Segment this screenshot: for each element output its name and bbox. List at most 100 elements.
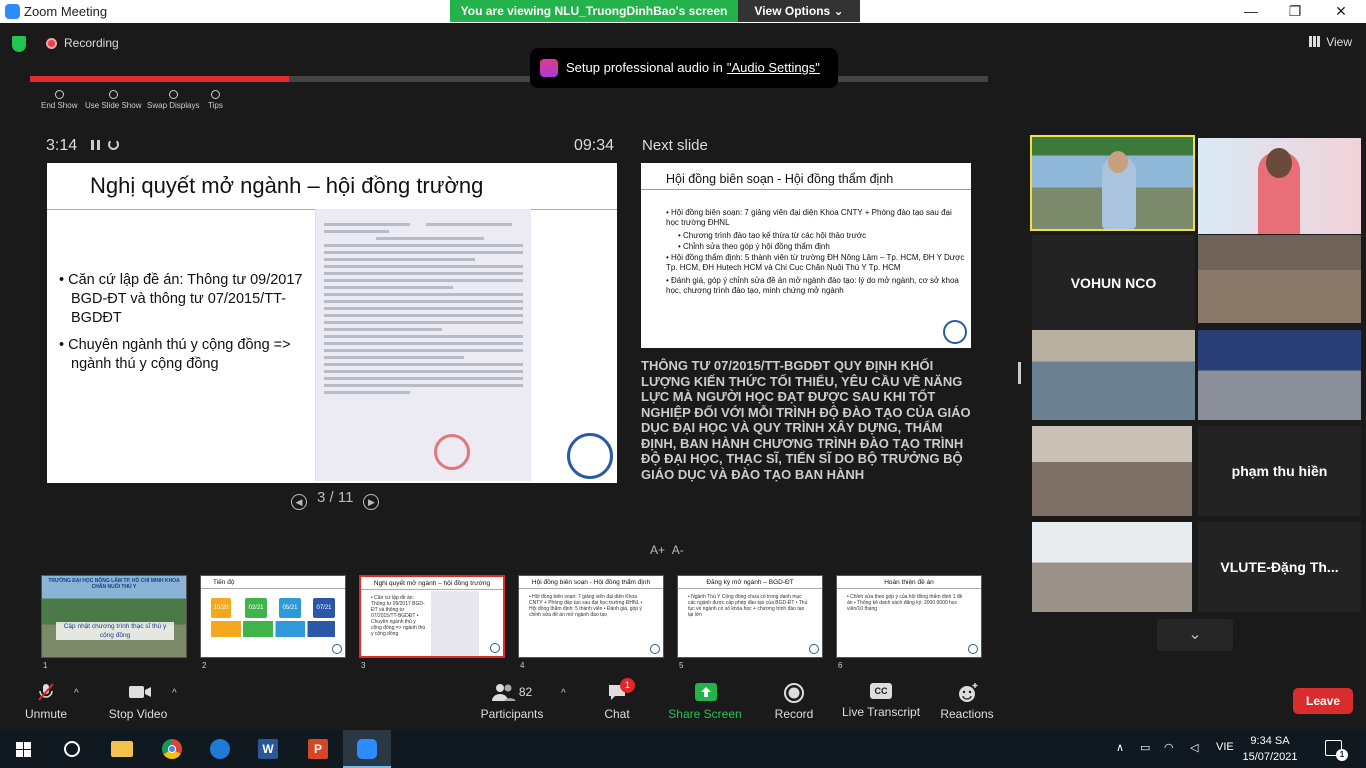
windows-taskbar: W P ∧ ▭ ◠ ◁ VIE 9:34 SA 15/07/2021 1 bbox=[0, 730, 1366, 768]
audio-settings-link[interactable]: "Audio Settings" bbox=[727, 60, 820, 75]
slide-thumbnail[interactable]: Đăng ký mở ngành – BGD-ĐT • Ngành Thú Y … bbox=[677, 575, 823, 658]
record-button[interactable]: Record bbox=[774, 676, 814, 730]
share-screen-button[interactable]: Share Screen bbox=[668, 676, 742, 730]
slide-thumbnail[interactable]: Hội đồng biên soạn - Hội đồng thẩm định … bbox=[518, 575, 664, 658]
live-transcript-button[interactable]: CC Live Transcript bbox=[842, 676, 920, 730]
powerpoint-button[interactable]: P bbox=[294, 730, 342, 768]
minimize-button[interactable]: — bbox=[1240, 2, 1262, 20]
red-seal-stamp bbox=[434, 434, 470, 470]
chevron-down-icon: ⌄ bbox=[1188, 626, 1202, 643]
participant-tile[interactable]: phạm thu hiền bbox=[1198, 426, 1361, 516]
stop-video-button[interactable]: Stop Video bbox=[106, 676, 170, 730]
chrome-button[interactable] bbox=[148, 730, 196, 768]
end-show-button[interactable]: End Show bbox=[41, 88, 77, 110]
timeline-step: 07/21 bbox=[313, 598, 335, 618]
thumb-number: 2 bbox=[202, 661, 207, 670]
participant-video[interactable] bbox=[1032, 330, 1195, 420]
time: 9:34 SA bbox=[1250, 735, 1290, 747]
audio-options-caret[interactable]: ^ bbox=[74, 688, 79, 699]
chrome-icon bbox=[162, 739, 182, 759]
zoom-icon bbox=[357, 739, 377, 759]
use-slide-show-button[interactable]: Use Slide Show bbox=[85, 88, 141, 110]
current-slide: Nghị quyết mở ngành – hội đồng trường • … bbox=[47, 163, 617, 483]
next-slide-icon[interactable]: ▶ bbox=[363, 494, 380, 510]
participant-video[interactable] bbox=[1198, 138, 1361, 234]
participant-video[interactable] bbox=[1198, 235, 1361, 323]
decrease-font-button[interactable]: A- bbox=[672, 543, 684, 557]
powerpoint-icon: P bbox=[308, 739, 328, 759]
view-label: View bbox=[1326, 35, 1352, 49]
wifi-icon[interactable]: ◠ bbox=[1164, 741, 1174, 754]
thumb-divider bbox=[361, 589, 503, 590]
restore-button[interactable]: ❐ bbox=[1284, 2, 1306, 20]
next-slide-preview: Hội đồng biên soạn - Hội đồng thẩm định … bbox=[641, 163, 971, 348]
more-videos-button[interactable]: ⌄ bbox=[1157, 619, 1233, 651]
battery-icon[interactable]: ▭ bbox=[1140, 741, 1150, 754]
unmute-button[interactable]: Unmute bbox=[22, 676, 70, 730]
thumb-divider bbox=[201, 588, 345, 589]
recording-label: Recording bbox=[64, 36, 119, 50]
volume-icon[interactable]: ◁ bbox=[1190, 741, 1198, 754]
pause-icon[interactable] bbox=[91, 140, 101, 150]
previous-slide-icon[interactable]: ◀ bbox=[291, 494, 307, 510]
closed-caption-icon: CC bbox=[870, 683, 892, 699]
search-icon bbox=[64, 741, 80, 757]
participant-video[interactable] bbox=[1198, 330, 1361, 420]
shield-icon[interactable] bbox=[12, 36, 26, 52]
next-bullet: • Chỉnh sửa theo góp ý hội đồng thẩm địn… bbox=[678, 242, 830, 251]
muted-mic-icon bbox=[36, 683, 56, 701]
taskbar-clock[interactable]: 9:34 SA 15/07/2021 bbox=[1238, 733, 1302, 765]
speaker-notes[interactable]: THÔNG TƯ 07/2015/TT-BGDĐT QUY ĐỊNH KHỐI … bbox=[641, 358, 971, 482]
reactions-label: Reactions bbox=[940, 707, 994, 721]
reactions-button[interactable]: Reactions bbox=[940, 676, 994, 730]
next-slide-bullets: • Hội đồng biên soạn: 7 giảng viên đại d… bbox=[666, 208, 966, 299]
thumb-number: 5 bbox=[679, 661, 684, 670]
thumb-text: • Chỉnh sửa theo góp ý của hội đồng thẩm… bbox=[847, 594, 963, 612]
meeting-toolbar: Unmute ^ Stop Video ^ 82 Participants ^ … bbox=[0, 676, 1366, 730]
word-button[interactable]: W bbox=[244, 730, 292, 768]
title-divider bbox=[641, 189, 971, 190]
view-button[interactable]: View bbox=[1309, 35, 1352, 49]
thumb-title: Tiến độ bbox=[213, 579, 235, 586]
tips-button[interactable]: Tips bbox=[208, 88, 223, 110]
slideshow-progress bbox=[30, 76, 988, 82]
next-bullet: • Hội đồng biên soạn: 7 giảng viên đại d… bbox=[666, 208, 952, 227]
participants-options-caret[interactable]: ^ bbox=[561, 688, 566, 699]
participant-tile[interactable]: VOHUN NCO bbox=[1032, 235, 1195, 331]
slide-thumbnail[interactable]: TRƯỜNG ĐẠI HỌC NÔNG LÂM TP. HỒ CHÍ MINH … bbox=[41, 575, 187, 658]
file-explorer-button[interactable] bbox=[98, 730, 146, 768]
share-screen-label: Share Screen bbox=[668, 707, 742, 721]
zoom-taskbar-button[interactable] bbox=[343, 730, 391, 768]
slide-thumbnail-selected[interactable]: Nghị quyết mở ngành – hội đồng trường • … bbox=[359, 575, 505, 658]
start-button[interactable] bbox=[0, 730, 48, 768]
screen-share-banner: You are viewing NLU_TruongDinhBao's scre… bbox=[450, 0, 738, 22]
notification-center-icon[interactable]: 1 bbox=[1325, 740, 1348, 761]
language-indicator[interactable]: VIE bbox=[1216, 741, 1234, 753]
thumb-title: Đăng ký mở ngành – BGD-ĐT bbox=[706, 579, 794, 586]
leave-button[interactable]: Leave bbox=[1293, 688, 1353, 714]
participants-label: Participants bbox=[480, 707, 544, 721]
search-button[interactable] bbox=[48, 730, 96, 768]
close-button[interactable]: ✕ bbox=[1330, 2, 1352, 20]
thumb-header: TRƯỜNG ĐẠI HỌC NÔNG LÂM TP. HỒ CHÍ MINH … bbox=[48, 578, 180, 590]
edge-button[interactable] bbox=[196, 730, 244, 768]
thumb-divider bbox=[519, 588, 663, 589]
participant-tile[interactable]: VLUTE-Đặng Th... bbox=[1198, 522, 1361, 612]
thumb-text: • Ngành Thú Y Cộng đồng chưa có trong da… bbox=[688, 594, 808, 618]
mic-app-icon bbox=[540, 59, 558, 77]
panel-splitter[interactable] bbox=[1018, 362, 1021, 384]
chevron-up-icon[interactable]: ∧ bbox=[1116, 741, 1124, 754]
view-options-button[interactable]: View Options ⌄ bbox=[738, 0, 860, 22]
swap-displays-button[interactable]: Swap Displays bbox=[147, 88, 199, 110]
participant-video[interactable] bbox=[1032, 426, 1192, 516]
elapsed-time: 3:14 bbox=[46, 137, 78, 154]
participants-button[interactable]: 82 Participants bbox=[480, 676, 544, 730]
slide-thumbnail[interactable]: Hoàn thiện đề án • Chỉnh sửa theo góp ý … bbox=[836, 575, 982, 658]
person-head bbox=[1266, 148, 1292, 178]
video-options-caret[interactable]: ^ bbox=[172, 688, 177, 699]
increase-font-button[interactable]: A+ bbox=[650, 543, 665, 557]
participant-video-active[interactable] bbox=[1030, 135, 1195, 231]
reset-icon[interactable] bbox=[108, 139, 120, 150]
slide-thumbnail[interactable]: Tiến độ 10/20 02/21 05/21 07/21 bbox=[200, 575, 346, 658]
participant-video[interactable] bbox=[1032, 522, 1192, 612]
